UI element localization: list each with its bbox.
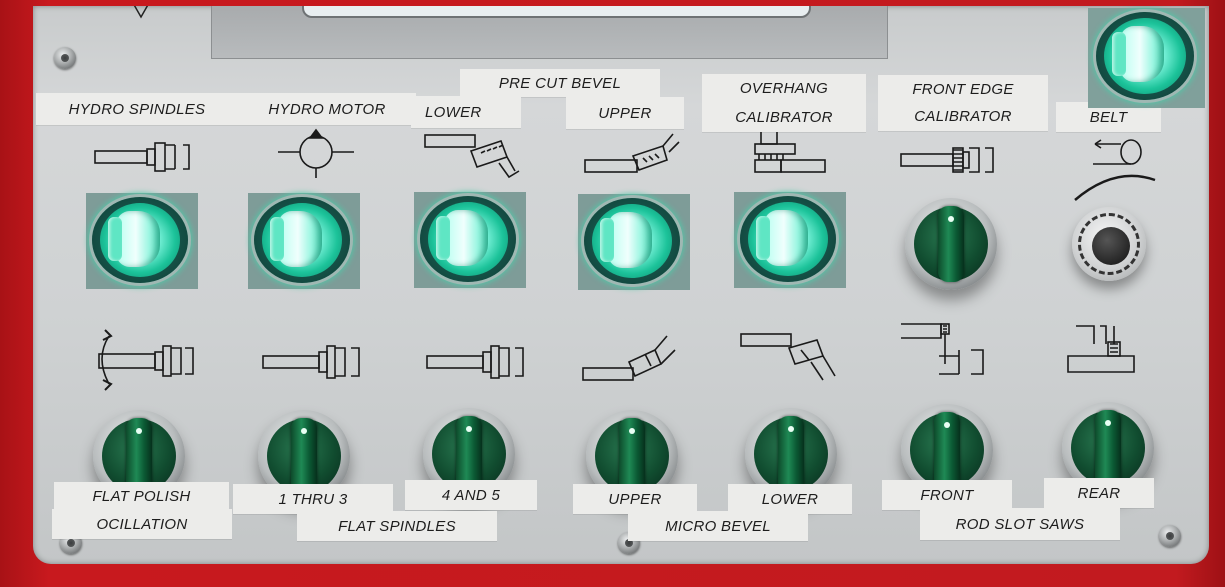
label-micro-upper: UPPER	[573, 484, 697, 514]
lamp-knob-icon	[600, 212, 652, 268]
micro-bevel-lower-icon	[739, 326, 843, 386]
label-overhang: OVERHANG	[702, 74, 866, 102]
hydro-motor-switch[interactable]	[248, 193, 360, 289]
micro-bevel-upper-icon	[581, 328, 681, 386]
label-flat-polish: FLAT POLISH	[54, 482, 229, 510]
panel-screw	[54, 47, 76, 69]
display-housing	[211, 6, 888, 59]
label-calibrator-overhang: CALIBRATOR	[702, 102, 866, 132]
label-flat-spindles: FLAT SPINDLES	[297, 511, 497, 541]
overhang-calibrator-switch[interactable]	[734, 192, 846, 288]
rod-slot-rear-icon	[1066, 324, 1146, 380]
label-rod-slot-saws: ROD SLOT SAWS	[920, 508, 1120, 540]
front-edge-calibrator-selector[interactable]	[905, 198, 997, 290]
overhang-calibrator-icon	[751, 130, 831, 176]
label-upper: UPPER	[566, 97, 684, 129]
label-calibrator-front-edge: CALIBRATOR	[878, 101, 1048, 131]
lamp-knob-icon	[436, 210, 488, 266]
lamp-knob-icon	[270, 211, 322, 267]
label-micro-bevel: MICRO BEVEL	[628, 511, 808, 541]
label-4-and-5: 4 AND 5	[405, 480, 537, 510]
label-rear: REAR	[1044, 478, 1154, 508]
lamp-knob-icon	[1112, 26, 1164, 82]
label-1-thru-3: 1 THRU 3	[233, 484, 393, 514]
upper-bevel-icon	[583, 132, 683, 176]
label-micro-lower: LOWER	[728, 484, 852, 514]
label-pre-cut-bevel: PRE CUT BEVEL	[460, 69, 660, 97]
flat-spindle-1-3-icon	[261, 342, 369, 382]
pre-cut-bevel-upper-switch[interactable]	[578, 194, 690, 290]
label-lower: LOWER	[411, 96, 521, 128]
spindle-symbol-icon	[93, 139, 197, 177]
label-oscillation: OCILLATION	[52, 509, 232, 539]
machine-frame: HYDRO SPINDLES HYDRO MOTOR PRE CUT BEVEL…	[0, 0, 1225, 587]
label-hydro-spindles: HYDRO SPINDLES	[36, 93, 238, 125]
label-front-edge: FRONT EDGE	[878, 75, 1048, 103]
belt-direction-icon	[1071, 136, 1159, 212]
arrow-icon	[133, 6, 149, 19]
hydraulic-motor-icon	[276, 128, 356, 180]
oscillation-spindle-icon	[93, 322, 201, 400]
control-panel: HYDRO SPINDLES HYDRO MOTOR PRE CUT BEVEL…	[33, 6, 1209, 564]
lamp-knob-icon	[108, 211, 160, 267]
lower-bevel-icon	[423, 131, 523, 179]
belt-switch[interactable]	[1088, 8, 1205, 108]
label-hydro-motor: HYDRO MOTOR	[238, 93, 416, 125]
flat-spindle-4-5-icon	[425, 342, 533, 382]
panel-screw	[1159, 525, 1181, 547]
rod-slot-front-icon	[899, 320, 991, 380]
display-screen	[302, 6, 811, 18]
label-front: FRONT	[882, 480, 1012, 510]
hydro-spindles-switch[interactable]	[86, 193, 198, 289]
belt-speed-dial[interactable]	[1072, 207, 1146, 281]
front-edge-calibrator-icon	[899, 142, 1003, 180]
lamp-knob-icon	[756, 210, 808, 266]
pre-cut-bevel-lower-switch[interactable]	[414, 192, 526, 288]
